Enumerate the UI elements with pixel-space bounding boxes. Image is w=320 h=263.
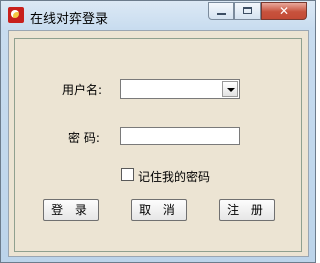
minimize-icon	[217, 13, 226, 15]
minimize-button[interactable]	[208, 2, 234, 20]
register-button[interactable]: 注 册	[219, 199, 275, 221]
cancel-button[interactable]: 取 消	[131, 199, 187, 221]
remember-password-label[interactable]: 记住我的密码	[138, 168, 210, 185]
username-combobox[interactable]	[120, 79, 240, 99]
login-button[interactable]: 登 录	[43, 199, 99, 221]
close-button[interactable]: ✕	[261, 2, 307, 20]
dialog-client-area: 用户名: 密 码: 记住我的密码 登 录 取 消 注 册	[8, 30, 309, 257]
dropdown-arrow-icon[interactable]	[222, 81, 238, 97]
window-title: 在线对弈登录	[30, 12, 109, 27]
maximize-button[interactable]	[234, 2, 261, 20]
login-window: 在线对弈登录 ✕ 用户名: 密 码: 记住我的密码 登 录 取 消 注 册	[0, 0, 316, 263]
password-field[interactable]	[120, 127, 240, 145]
app-icon	[8, 7, 24, 23]
username-label: 用户名:	[62, 83, 103, 97]
login-groupbox: 用户名: 密 码: 记住我的密码 登 录 取 消 注 册	[14, 38, 302, 252]
password-label: 密 码:	[68, 131, 100, 145]
close-icon: ✕	[278, 4, 290, 18]
title-bar[interactable]: 在线对弈登录 ✕	[1, 1, 315, 30]
remember-password-checkbox[interactable]	[121, 168, 134, 181]
maximize-icon	[243, 7, 252, 14]
